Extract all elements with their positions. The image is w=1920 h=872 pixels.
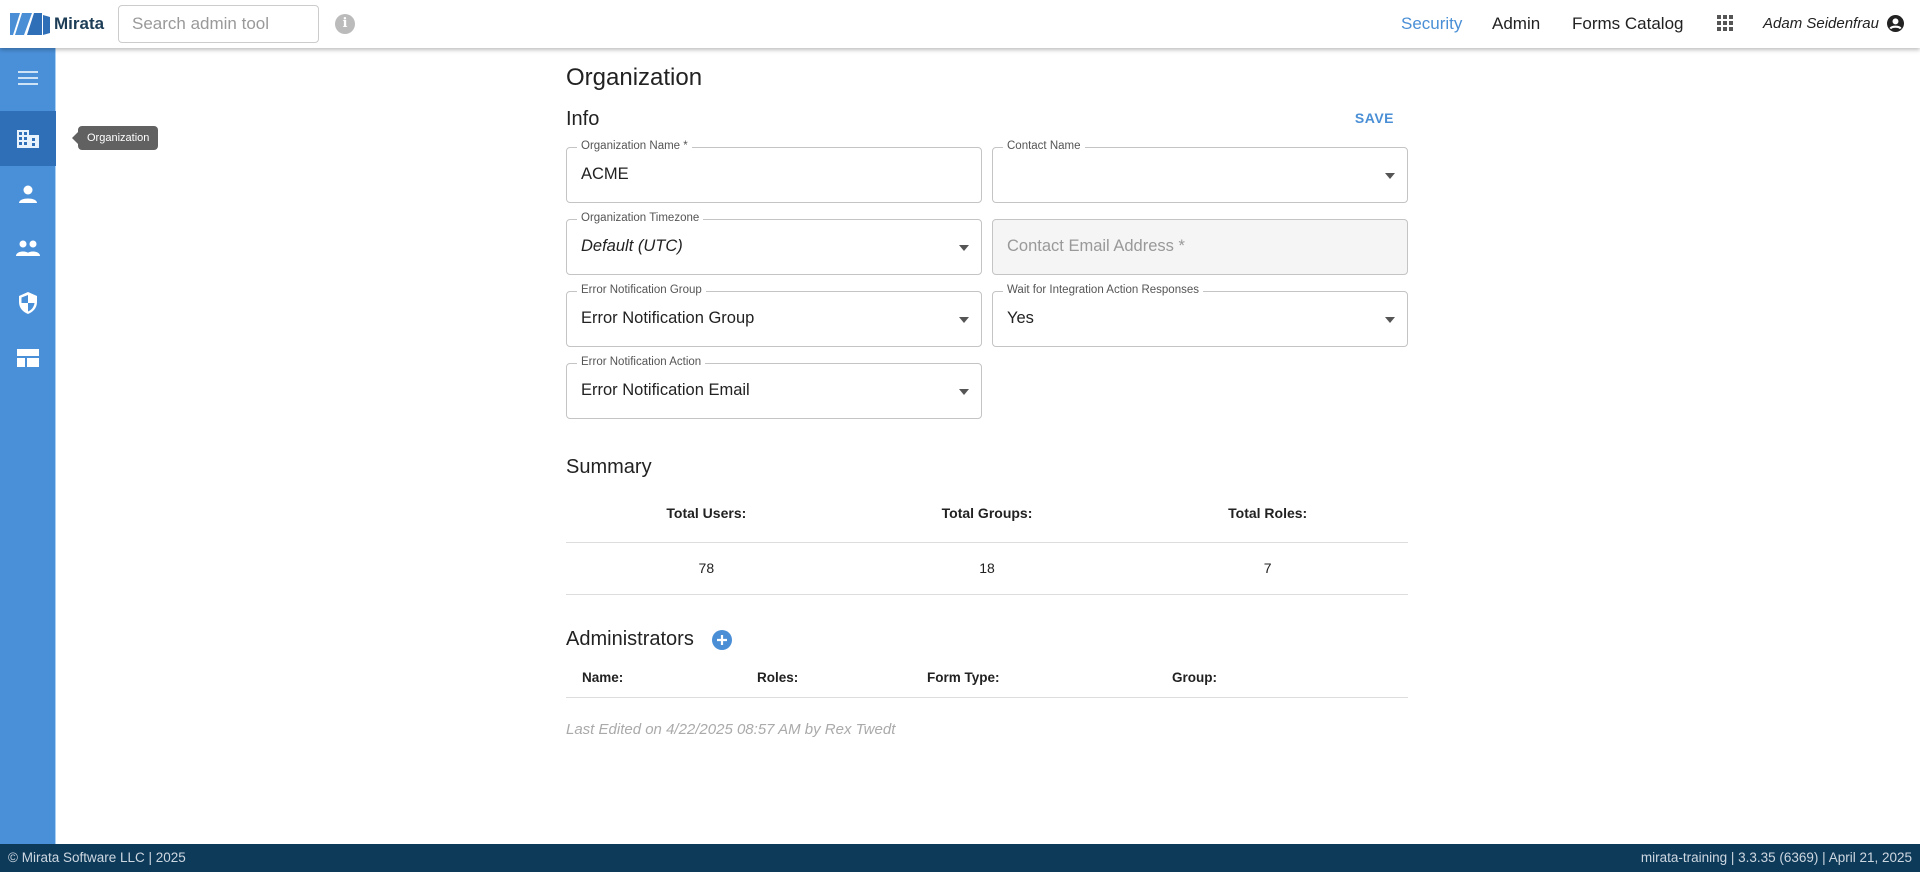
- total-roles-label: Total Roles:: [1228, 505, 1308, 521]
- contact-name-select[interactable]: Contact Name: [992, 140, 1408, 203]
- field-value: Error Notification Group: [581, 309, 755, 327]
- administrators-heading: Administrators: [566, 628, 694, 650]
- dropdown-arrow-icon: [1385, 173, 1395, 179]
- person-icon: [19, 185, 37, 203]
- building-icon: [17, 129, 39, 148]
- info-icon[interactable]: i: [335, 14, 355, 34]
- save-button[interactable]: SAVE: [1355, 110, 1394, 126]
- field-label: Error Notification Group: [577, 284, 706, 296]
- sidebar: [0, 48, 56, 844]
- page-title: Organization: [566, 64, 703, 91]
- mirata-logo[interactable]: Mirata: [10, 11, 104, 37]
- field-label: Organization Timezone: [577, 212, 704, 224]
- organization-timezone-select[interactable]: Organization Timezone Default (UTC): [566, 212, 982, 275]
- wait-for-integration-select[interactable]: Wait for Integration Action Responses Yes: [992, 284, 1408, 347]
- error-notification-action-select[interactable]: Error Notification Action Error Notificat…: [566, 356, 982, 419]
- sidebar-item-users[interactable]: [0, 166, 56, 221]
- layout-icon: [17, 348, 39, 367]
- field-value: Yes: [1007, 309, 1034, 327]
- divider: [566, 542, 1408, 543]
- version-text: mirata-training | 3.3.35 (6369) | April …: [1640, 850, 1912, 865]
- summary-headers: Total Users: Total Groups: Total Roles:: [566, 505, 1408, 521]
- field-placeholder: Contact Email Address *: [1007, 237, 1185, 255]
- nav-admin[interactable]: Admin: [1492, 14, 1540, 34]
- sidebar-item-security[interactable]: [0, 275, 56, 330]
- apps-grid-icon[interactable]: [1717, 15, 1733, 31]
- total-groups-value: 18: [979, 560, 995, 576]
- total-roles-value: 7: [1263, 560, 1272, 576]
- sidebar-item-organization[interactable]: [0, 111, 56, 166]
- field-value: ACME: [581, 165, 629, 183]
- sidebar-item-groups[interactable]: [0, 220, 56, 275]
- search-input[interactable]: [118, 5, 319, 43]
- add-administrator-button[interactable]: [712, 630, 732, 650]
- hamburger-menu-icon: [18, 70, 38, 85]
- error-notification-group-select[interactable]: Error Notification Group Error Notificati…: [566, 284, 982, 347]
- field-value: Default (UTC): [581, 237, 683, 255]
- people-icon: [16, 240, 40, 256]
- top-bar: Mirata i Security Admin Forms Catalog Ad…: [0, 0, 1920, 48]
- account-circle-icon[interactable]: [1887, 15, 1904, 32]
- column-group: Group:: [1172, 670, 1217, 685]
- contact-email-field[interactable]: Contact Email Address *: [992, 219, 1408, 275]
- dropdown-arrow-icon: [959, 317, 969, 323]
- column-form-type: Form Type:: [927, 670, 1000, 685]
- summary-values: 78 18 7: [566, 560, 1408, 576]
- dropdown-arrow-icon: [959, 389, 969, 395]
- last-edited-text: Last Edited on 4/22/2025 08:57 AM by Rex…: [566, 721, 896, 738]
- column-name: Name:: [582, 670, 624, 685]
- nav-forms-catalog[interactable]: Forms Catalog: [1572, 14, 1683, 34]
- total-groups-label: Total Groups:: [941, 505, 1033, 521]
- info-heading: Info: [566, 108, 600, 130]
- dropdown-arrow-icon: [959, 245, 969, 251]
- column-roles: Roles:: [757, 670, 799, 685]
- mirata-logo-icon: [10, 13, 50, 35]
- field-label: Contact Name: [1003, 140, 1085, 152]
- shield-icon: [19, 291, 37, 314]
- summary-heading: Summary: [566, 456, 652, 478]
- total-users-label: Total Users:: [666, 505, 747, 521]
- divider: [566, 697, 1408, 698]
- dropdown-arrow-icon: [1385, 317, 1395, 323]
- divider: [566, 594, 1408, 595]
- sidebar-item-layouts[interactable]: [0, 330, 56, 385]
- footer: © Mirata Software LLC | 2025 mirata-trai…: [0, 844, 1920, 872]
- nav-security[interactable]: Security: [1401, 14, 1462, 34]
- organization-name-field[interactable]: Organization Name * ACME: [566, 140, 982, 203]
- logo-text: Mirata: [54, 14, 105, 33]
- user-name[interactable]: Adam Seidenfrau: [1763, 15, 1879, 32]
- field-label: Organization Name *: [577, 140, 692, 152]
- copyright-text: © Mirata Software LLC | 2025: [8, 850, 186, 865]
- field-label: Error Notification Action: [577, 356, 706, 368]
- field-label: Wait for Integration Action Responses: [1003, 284, 1203, 296]
- field-value: Error Notification Email: [581, 381, 750, 399]
- total-users-value: 78: [698, 560, 715, 576]
- sidebar-menu-toggle[interactable]: [0, 50, 56, 105]
- sidebar-tooltip: Organization: [71, 126, 159, 150]
